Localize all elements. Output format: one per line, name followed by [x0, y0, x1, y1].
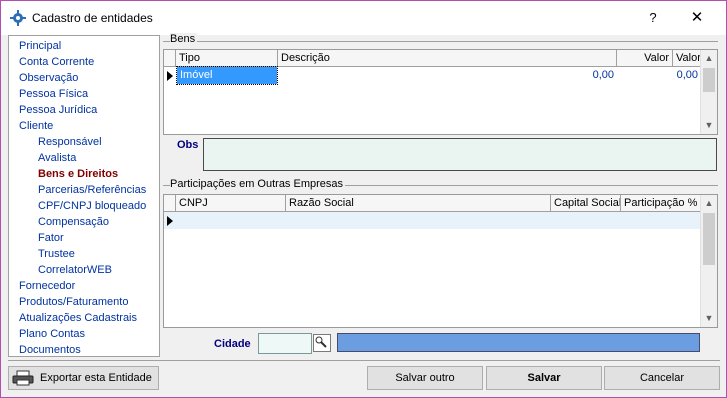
sidebar-item-documentos[interactable]: Documentos [19, 342, 81, 358]
participacoes-col-participacao[interactable]: Participação % [621, 195, 701, 211]
entity-register-window: Cadastro de entidades ? ✕ Principal Cont… [0, 0, 727, 398]
app-gear-icon [10, 10, 26, 26]
table-row[interactable] [164, 212, 700, 229]
printer-icon [12, 370, 34, 386]
flashlight-search-icon [315, 336, 327, 348]
scroll-down-icon[interactable]: ▼ [701, 310, 717, 327]
bens-header-indicator [164, 50, 176, 66]
bens-grid[interactable]: Tipo Descrição Valor Valor Finan. Imóvel… [163, 49, 718, 135]
obs-textarea[interactable] [203, 138, 717, 171]
save-button[interactable]: Salvar [486, 366, 602, 390]
current-row-arrow-icon [164, 67, 176, 84]
table-row[interactable]: Imóvel 0,00 0,00 [164, 66, 701, 85]
scroll-up-icon[interactable]: ▲ [701, 50, 717, 67]
current-row-arrow-icon [164, 212, 176, 229]
save-other-button[interactable]: Salvar outro [367, 366, 483, 390]
sidebar-item-compensacao[interactable]: Compensação [38, 214, 109, 230]
bens-col-valor[interactable]: Valor [617, 50, 673, 66]
bens-grid-header: Tipo Descrição Valor Valor Finan. [164, 50, 702, 67]
sidebar-item-produtos-faturamento[interactable]: Produtos/Faturamento [19, 294, 128, 310]
sidebar-item-correlatorweb[interactable]: CorrelatorWEB [38, 262, 112, 278]
scroll-up-icon[interactable]: ▲ [701, 195, 717, 212]
sidebar-item-atualizacoes-cadastrais[interactable]: Atualizações Cadastrais [19, 310, 137, 326]
bens-group-line [163, 41, 718, 42]
bens-col-descricao[interactable]: Descrição [278, 50, 617, 66]
sidebar-item-principal[interactable]: Principal [19, 38, 61, 54]
title-bar: Cadastro de entidades ? ✕ [1, 1, 726, 35]
bens-vertical-scrollbar[interactable]: ▲ ▼ [700, 50, 717, 134]
sidebar-item-conta-corrente[interactable]: Conta Corrente [19, 54, 94, 70]
bens-cell-tipo[interactable]: Imóvel [176, 66, 278, 85]
sidebar-item-cpf-cnpj-bloqueado[interactable]: CPF/CNPJ bloqueado [38, 198, 146, 214]
help-button[interactable]: ? [641, 8, 665, 28]
participacoes-col-capital-social[interactable]: Capital Social [551, 195, 621, 211]
bens-scroll-thumb[interactable] [703, 68, 715, 92]
sidebar-item-cliente[interactable]: Cliente [19, 118, 53, 134]
sidebar-item-plano-contas[interactable]: Plano Contas [19, 326, 85, 342]
cidade-name-field[interactable] [337, 333, 700, 352]
participacoes-col-cnpj[interactable]: CNPJ [176, 195, 286, 211]
obs-label: Obs [177, 139, 199, 151]
sidebar-item-trustee[interactable]: Trustee [38, 246, 75, 262]
cidade-lookup-button[interactable] [313, 334, 331, 352]
export-entity-label: Exportar esta Entidade [40, 372, 152, 384]
participacoes-header-indicator [164, 195, 176, 211]
participacoes-vertical-scrollbar[interactable]: ▲ ▼ [700, 195, 717, 327]
sidebar-item-bens-e-direitos[interactable]: Bens e Direitos [38, 166, 118, 182]
bens-col-tipo[interactable]: Tipo [176, 50, 278, 66]
scroll-down-icon[interactable]: ▼ [701, 117, 717, 134]
bottom-separator [8, 360, 720, 361]
bens-cell-valor-finan[interactable]: 0,00 [617, 67, 701, 84]
bens-cell-valor[interactable]: 0,00 [558, 67, 617, 84]
export-entity-button[interactable]: Exportar esta Entidade [8, 366, 159, 390]
sidebar-item-fator[interactable]: Fator [38, 230, 64, 246]
participacoes-col-razao-social[interactable]: Razão Social [286, 195, 551, 211]
cidade-label: Cidade [214, 338, 251, 350]
window-title: Cadastro de entidades [32, 11, 153, 25]
bens-group-title: Bens [170, 33, 198, 45]
participacoes-grid[interactable]: CNPJ Razão Social Capital Social Partici… [163, 194, 718, 328]
sidebar-item-avalista[interactable]: Avalista [38, 150, 76, 166]
participacoes-group-title: Participações em Outras Empresas [170, 178, 346, 190]
sidebar-nav: Principal Conta Corrente Observação Pess… [8, 35, 160, 357]
participacoes-grid-header: CNPJ Razão Social Capital Social Partici… [164, 195, 701, 212]
sidebar-item-responsavel[interactable]: Responsável [38, 134, 102, 150]
sidebar-item-pessoa-fisica[interactable]: Pessoa Física [19, 86, 88, 102]
sidebar-item-observacao[interactable]: Observação [19, 70, 78, 86]
bens-col-valor-finan[interactable]: Valor Finan. [673, 50, 702, 66]
sidebar-item-parcerias[interactable]: Parcerias/Referências [38, 182, 146, 198]
cancel-button[interactable]: Cancelar [604, 366, 720, 390]
cidade-code-input[interactable] [258, 333, 312, 354]
sidebar-item-pessoa-juridica[interactable]: Pessoa Jurídica [19, 102, 97, 118]
participacoes-scroll-thumb[interactable] [703, 213, 715, 265]
close-button[interactable]: ✕ [683, 7, 711, 29]
sidebar-item-fornecedor[interactable]: Fornecedor [19, 278, 75, 294]
